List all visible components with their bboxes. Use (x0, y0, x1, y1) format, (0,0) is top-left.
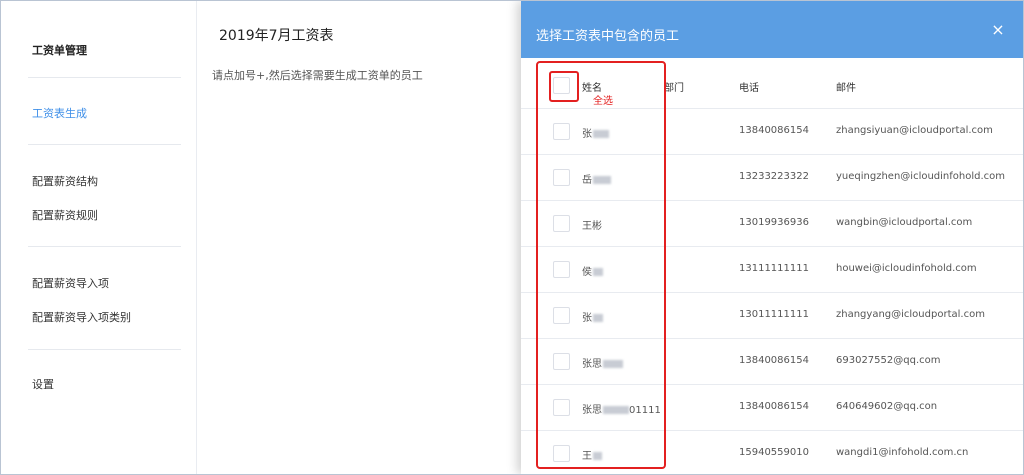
employee-phone: 13233223322 (739, 171, 809, 182)
sidebar-item-import-item-categories[interactable]: 配置薪资导入项类别 (32, 309, 131, 325)
employee-phone: 13840086154 (739, 355, 809, 366)
dialog-title: 选择工资表中包含的员工 (536, 29, 680, 44)
sidebar-item-import-items[interactable]: 配置薪资导入项 (32, 275, 109, 291)
sidebar-divider (28, 246, 181, 247)
sidebar-item-payroll-management[interactable]: 工资单管理 (32, 42, 87, 58)
dialog-header: 选择工资表中包含的员工 × (521, 1, 1023, 58)
employee-phone: 13111111111 (739, 263, 809, 274)
employee-phone: 13840086154 (739, 125, 809, 136)
sidebar: 工资单管理 工资表生成 配置薪资结构 配置薪资规则 配置薪资导入项 配置薪资导入… (1, 1, 197, 474)
column-header-dept: 部门 (664, 83, 684, 94)
sidebar-divider (28, 77, 181, 78)
employee-email: 640649602@qq.con (836, 401, 938, 412)
sidebar-item-salary-rules[interactable]: 配置薪资规则 (32, 207, 98, 223)
sidebar-item-salary-structure[interactable]: 配置薪资结构 (32, 173, 98, 189)
employee-email: wangdi1@infohold.com.cn (836, 447, 969, 458)
employee-phone: 13840086154 (739, 401, 809, 412)
employee-email: 693027552@qq.com (836, 355, 941, 366)
employee-email: zhangsiyuan@icloudportal.com (836, 125, 993, 136)
sidebar-item-generate-payroll[interactable]: 工资表生成 (32, 105, 87, 121)
annotation-label-select-all: 全选 (593, 96, 613, 107)
employee-phone: 15940559010 (739, 447, 809, 458)
column-header-phone: 电话 (739, 83, 759, 94)
employee-email: zhangyang@icloudportal.com (836, 309, 985, 320)
employee-phone: 13011111111 (739, 309, 809, 320)
close-icon[interactable]: × (990, 22, 1006, 38)
page-title: 2019年7月工资表 (219, 28, 334, 44)
sidebar-item-settings[interactable]: 设置 (32, 376, 54, 392)
annotation-box-select-all (549, 71, 579, 102)
page-hint: 请点加号+,然后选择需要生成工资单的员工 (212, 69, 423, 82)
employee-email: houwei@icloudinfohold.com (836, 263, 977, 274)
sidebar-divider (28, 349, 181, 350)
sidebar-divider (28, 144, 181, 145)
column-header-email: 邮件 (836, 83, 856, 94)
employee-email: yueqingzhen@icloudinfohold.com (836, 171, 1006, 182)
employee-phone: 13019936936 (739, 217, 809, 228)
employee-email: wangbin@icloudportal.com (836, 217, 973, 228)
annotation-box-name-column (536, 61, 666, 469)
